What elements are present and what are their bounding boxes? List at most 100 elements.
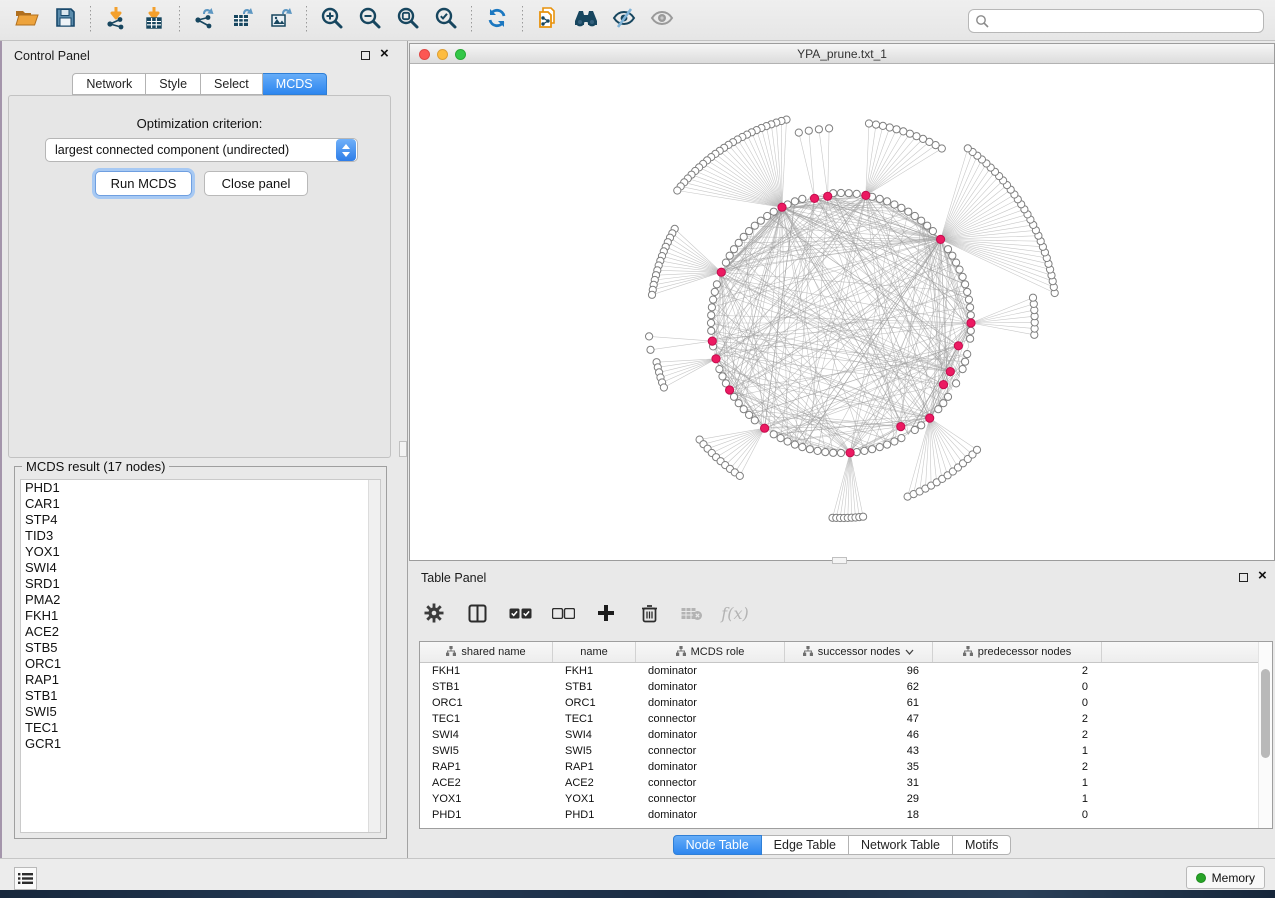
delete-column-button[interactable] xyxy=(636,600,662,626)
create-column-button[interactable] xyxy=(593,600,619,626)
search-input[interactable] xyxy=(968,9,1264,33)
network-node[interactable] xyxy=(929,228,936,235)
network-node[interactable] xyxy=(751,417,758,424)
network-mcds-hub-node[interactable] xyxy=(926,414,934,422)
first-neighbors-button[interactable] xyxy=(567,3,605,37)
show-all-button[interactable] xyxy=(643,3,681,37)
network-node[interactable] xyxy=(944,246,951,253)
result-list-item[interactable]: STB5 xyxy=(21,640,380,656)
network-node[interactable] xyxy=(924,222,931,229)
network-node[interactable] xyxy=(853,190,860,197)
result-list-item[interactable]: SWI4 xyxy=(21,560,380,576)
network-leaf-node[interactable] xyxy=(660,384,667,391)
network-node[interactable] xyxy=(716,366,723,373)
network-node[interactable] xyxy=(730,393,737,400)
network-node[interactable] xyxy=(711,288,718,295)
network-node[interactable] xyxy=(751,222,758,229)
network-mcds-hub-node[interactable] xyxy=(708,337,716,345)
column-header-successor-nodes[interactable]: successor nodes xyxy=(785,642,933,662)
network-node[interactable] xyxy=(891,201,898,208)
network-node[interactable] xyxy=(822,449,829,456)
network-leaf-node[interactable] xyxy=(648,291,655,298)
float-panel-icon[interactable] xyxy=(1239,573,1248,582)
optimization-criterion-dropdown[interactable]: largest connected component (undirected) xyxy=(45,138,358,162)
tab-style[interactable]: Style xyxy=(146,73,201,95)
network-node[interactable] xyxy=(935,406,942,413)
float-panel-icon[interactable] xyxy=(361,51,370,60)
table-row[interactable]: PHD1PHD1dominator180 xyxy=(420,807,1259,823)
export-network-button[interactable] xyxy=(186,3,224,37)
table-row[interactable]: RAP1RAP1dominator352 xyxy=(420,759,1259,775)
result-list-item[interactable]: TID3 xyxy=(21,528,380,544)
column-header-MCDS-role[interactable]: MCDS role xyxy=(636,642,785,662)
network-node[interactable] xyxy=(740,233,747,240)
deselect-all-rows-button[interactable] xyxy=(550,600,576,626)
network-mcds-hub-node[interactable] xyxy=(946,368,954,376)
result-list-item[interactable]: PMA2 xyxy=(21,592,380,608)
network-node[interactable] xyxy=(722,259,729,266)
result-list-item[interactable]: STB1 xyxy=(21,688,380,704)
network-leaf-node[interactable] xyxy=(646,333,653,340)
network-leaf-node[interactable] xyxy=(872,121,879,128)
network-node[interactable] xyxy=(719,373,726,380)
network-node[interactable] xyxy=(746,411,753,418)
result-list-item[interactable]: SWI5 xyxy=(21,704,380,720)
result-list-item[interactable]: PHD1 xyxy=(21,480,380,496)
tab-network-table[interactable]: Network Table xyxy=(849,835,953,855)
network-node[interactable] xyxy=(837,189,844,196)
memory-button[interactable]: Memory xyxy=(1186,866,1265,889)
network-node[interactable] xyxy=(799,444,806,451)
column-header-name[interactable]: name xyxy=(553,642,636,662)
network-node[interactable] xyxy=(791,441,798,448)
network-node[interactable] xyxy=(710,296,717,303)
network-node[interactable] xyxy=(837,449,844,456)
tab-edge-table[interactable]: Edge Table xyxy=(762,835,849,855)
hide-selected-button[interactable] xyxy=(605,3,643,37)
result-list-item[interactable]: CAR1 xyxy=(21,496,380,512)
network-node[interactable] xyxy=(735,239,742,246)
network-leaf-node[interactable] xyxy=(879,122,886,129)
network-node[interactable] xyxy=(956,266,963,273)
network-node[interactable] xyxy=(891,438,898,445)
network-graph-canvas[interactable] xyxy=(410,64,1274,560)
close-panel-icon[interactable]: × xyxy=(1258,567,1267,585)
network-mcds-hub-node[interactable] xyxy=(824,192,832,200)
network-node[interactable] xyxy=(884,441,891,448)
save-session-button[interactable] xyxy=(46,3,84,37)
network-leaf-node[interactable] xyxy=(865,120,872,127)
network-node[interactable] xyxy=(708,304,715,311)
network-node[interactable] xyxy=(876,444,883,451)
table-row[interactable]: SWI5SWI5connector431 xyxy=(420,743,1259,759)
export-table-button[interactable] xyxy=(224,3,262,37)
result-list-item[interactable]: TEC1 xyxy=(21,720,380,736)
result-list-scrollbar[interactable] xyxy=(368,480,380,832)
network-node[interactable] xyxy=(708,312,715,319)
network-node[interactable] xyxy=(845,190,852,197)
result-list-item[interactable]: SRD1 xyxy=(21,576,380,592)
network-mcds-hub-node[interactable] xyxy=(717,268,725,276)
network-node[interactable] xyxy=(905,208,912,215)
network-node[interactable] xyxy=(726,252,733,259)
table-row[interactable]: ACE2ACE2connector311 xyxy=(420,775,1259,791)
network-node[interactable] xyxy=(735,400,742,407)
network-node[interactable] xyxy=(876,195,883,202)
column-header-predecessor-nodes[interactable]: predecessor nodes xyxy=(933,642,1102,662)
network-node[interactable] xyxy=(964,351,971,358)
result-list-item[interactable]: RAP1 xyxy=(21,672,380,688)
table-row[interactable]: SWI4SWI4dominator462 xyxy=(420,727,1259,743)
table-scrollbar-thumb[interactable] xyxy=(1261,669,1270,758)
network-node[interactable] xyxy=(911,426,918,433)
network-leaf-node[interactable] xyxy=(815,126,822,133)
network-node[interactable] xyxy=(707,319,714,326)
network-node[interactable] xyxy=(953,259,960,266)
show-column-panel-button[interactable] xyxy=(464,600,490,626)
network-node[interactable] xyxy=(713,281,720,288)
network-leaf-node[interactable] xyxy=(1029,294,1036,301)
result-list-item[interactable]: YOX1 xyxy=(21,544,380,560)
network-node[interactable] xyxy=(806,446,813,453)
result-list-item[interactable]: ORC1 xyxy=(21,656,380,672)
network-node[interactable] xyxy=(944,393,951,400)
network-node[interactable] xyxy=(965,296,972,303)
network-mcds-hub-node[interactable] xyxy=(862,191,870,199)
network-leaf-node[interactable] xyxy=(736,472,743,479)
